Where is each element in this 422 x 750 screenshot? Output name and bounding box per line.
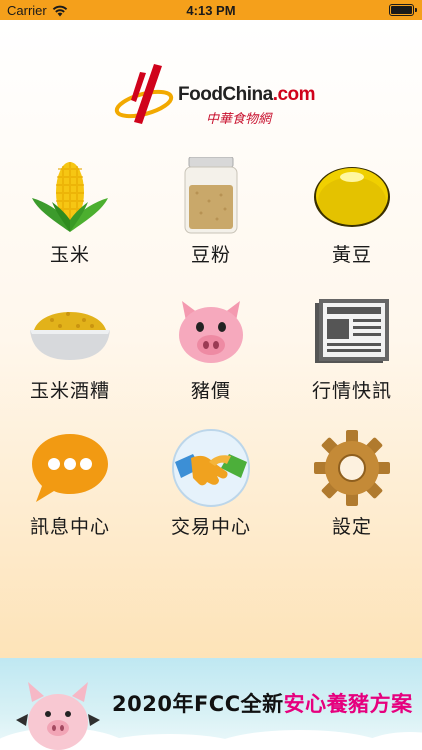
- menu-item-market-news[interactable]: 行情快訊: [282, 292, 422, 412]
- banner-text-highlight: 安心養豬方案: [283, 692, 413, 716]
- promo-banner[interactable]: 2020年FCC全新安心養豬方案: [0, 658, 422, 750]
- corn-icon: [25, 156, 115, 236]
- menu-item-pig-price[interactable]: 豬價: [141, 292, 281, 412]
- menu-label-market-news: 行情快訊: [311, 380, 392, 402]
- gear-icon: [307, 428, 397, 508]
- cartoon-pig-icon: [16, 682, 100, 750]
- menu-item-corn[interactable]: 玉米: [0, 156, 140, 276]
- menu-label-message-center: 訊息中心: [29, 516, 110, 538]
- logo-chinese: 中華食物網: [206, 112, 272, 127]
- menu-label-settings: 設定: [331, 516, 372, 538]
- battery-icon: [389, 4, 417, 16]
- soybean-meal-jar-icon: [166, 156, 256, 236]
- status-bar: Carrier 4:13 PM: [0, 0, 422, 20]
- home-screen: FoodChina.com 中華食物網 玉米 豆粉 黃豆 玉米酒糟 豬價 行情快…: [0, 20, 422, 658]
- chat-bubble-icon: [25, 428, 115, 508]
- menu-item-settings[interactable]: 設定: [282, 428, 422, 548]
- soybean-icon: [307, 156, 397, 236]
- handshake-icon: [166, 428, 256, 508]
- menu-label-corn: 玉米: [49, 244, 90, 266]
- logo-swoosh-icon: [114, 64, 174, 124]
- menu-item-ddgs[interactable]: 玉米酒糟: [0, 292, 140, 412]
- logo-brand: FoodChina: [178, 84, 273, 105]
- menu-item-message-center[interactable]: 訊息中心: [0, 428, 140, 548]
- menu-label-pig-price: 豬價: [190, 380, 231, 402]
- logo-domain: .com: [272, 84, 316, 105]
- newspaper-icon: [307, 292, 397, 372]
- foodchina-logo: FoodChina.com 中華食物網: [112, 62, 316, 142]
- menu-label-trading-center: 交易中心: [170, 516, 251, 538]
- pig-icon: [166, 292, 256, 372]
- menu-item-soybean[interactable]: 黃豆: [282, 156, 422, 276]
- banner-headline: 2020年FCC全新安心養豬方案: [112, 688, 413, 718]
- menu-item-soybean-meal[interactable]: 豆粉: [141, 156, 281, 276]
- status-time: 4:13 PM: [186, 3, 236, 18]
- ddgs-bowl-icon: [25, 292, 115, 372]
- menu-item-trading-center[interactable]: 交易中心: [141, 428, 281, 548]
- menu-label-soybean-meal: 豆粉: [190, 244, 231, 266]
- menu-label-ddgs: 玉米酒糟: [29, 380, 110, 402]
- logo-wordmark: FoodChina.com: [178, 84, 316, 106]
- menu-label-soybean: 黃豆: [331, 244, 372, 266]
- banner-text-prefix: 2020年FCC全新: [112, 692, 284, 716]
